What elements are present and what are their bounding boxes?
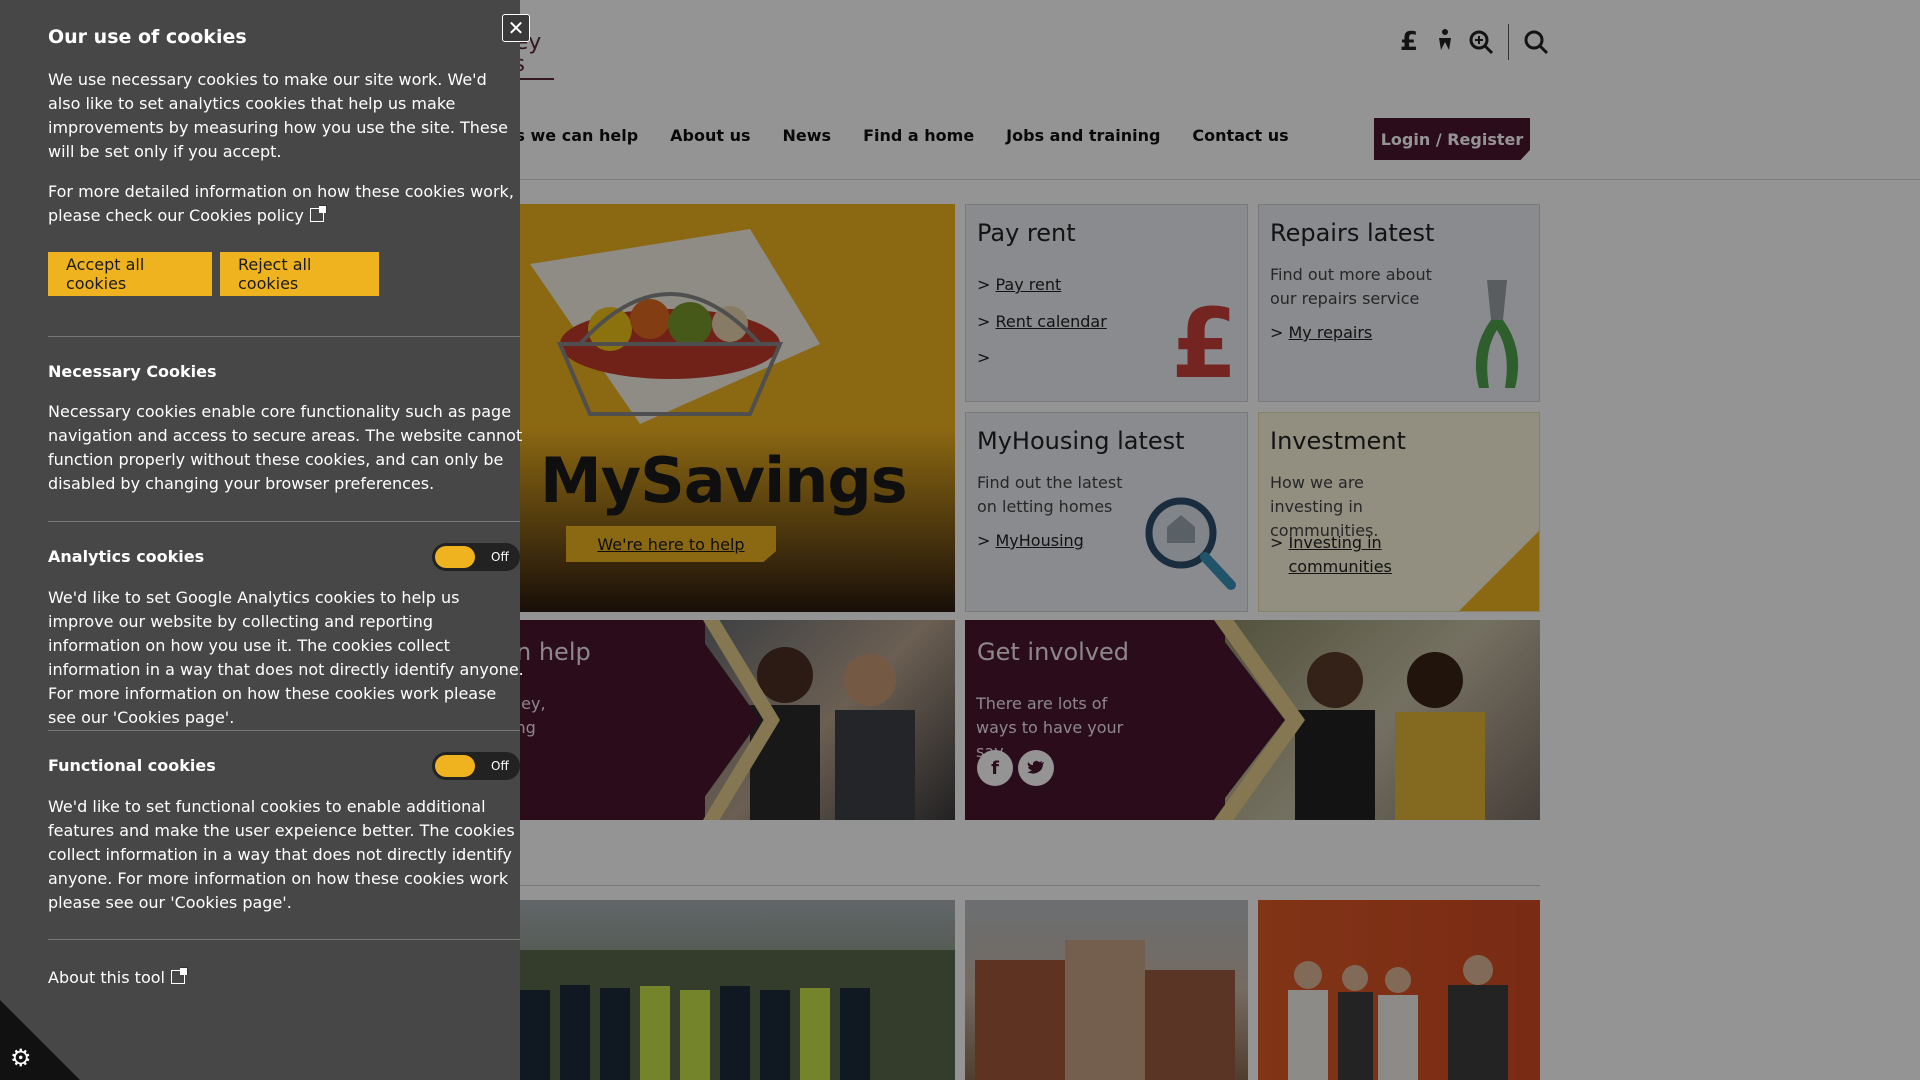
external-link-icon bbox=[170, 967, 188, 984]
divider bbox=[48, 521, 520, 522]
analytics-cookies-text: We'd like to set Google Analytics cookie… bbox=[48, 588, 524, 727]
cookie-more-info-text: For more detailed information on how the… bbox=[48, 182, 514, 225]
functional-cookies-toggle[interactable]: Off bbox=[432, 752, 520, 780]
analytics-cookies-toggle[interactable]: Off bbox=[432, 543, 520, 571]
necessary-cookies-text: Necessary cookies enable core functional… bbox=[48, 402, 523, 493]
necessary-cookies-title: Necessary Cookies bbox=[48, 362, 217, 381]
gear-icon[interactable]: ⚙ bbox=[10, 1044, 32, 1072]
functional-cookies-title: Functional cookies bbox=[48, 756, 216, 775]
cookie-intro-text: We use necessary cookies to make our sit… bbox=[48, 70, 508, 161]
divider bbox=[48, 730, 520, 731]
close-icon: ✕ bbox=[507, 16, 525, 40]
toggle-knob bbox=[435, 546, 475, 568]
functional-cookies-text: We'd like to set functional cookies to e… bbox=[48, 797, 515, 912]
close-button[interactable]: ✕ bbox=[502, 14, 530, 42]
about-this-tool-link[interactable]: About this tool bbox=[48, 966, 524, 990]
toggle-state-label: Off bbox=[491, 759, 509, 773]
cookie-consent-panel: Our use of cookies ✕ We use necessary co… bbox=[0, 0, 530, 1080]
cookie-panel-title: Our use of cookies bbox=[48, 26, 247, 48]
analytics-cookies-title: Analytics cookies bbox=[48, 547, 205, 566]
toggle-state-label: Off bbox=[491, 550, 509, 564]
reject-all-cookies-button[interactable]: Reject all cookies bbox=[220, 252, 379, 296]
divider bbox=[48, 939, 520, 940]
divider bbox=[48, 336, 520, 337]
external-link-icon[interactable] bbox=[309, 205, 327, 222]
toggle-knob bbox=[435, 755, 475, 777]
accept-all-cookies-button[interactable]: Accept all cookies bbox=[48, 252, 212, 296]
